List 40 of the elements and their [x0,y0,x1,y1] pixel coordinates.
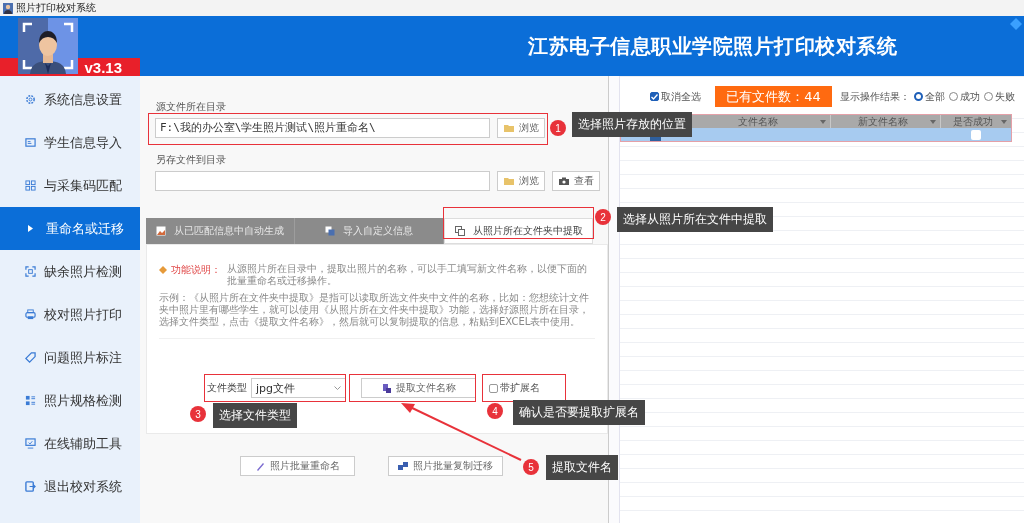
radio-button[interactable]: 成功 [949,89,980,104]
sidebar-item[interactable]: 缺余照片检测 [0,250,140,293]
window-title: 照片打印校对系统 [16,2,96,14]
tooltip: 提取文件名 [546,455,618,480]
sidebar-item[interactable]: 系统信息设置 [0,78,140,121]
browse-button[interactable]: 浏览 [497,171,545,191]
batch-button[interactable]: 照片批量重命名 [240,456,355,476]
view-button[interactable]: 查看 [552,171,600,191]
file-count-badge: 已有文件数：44 [715,86,832,107]
batch-button[interactable]: 照片批量复制迁移 [388,456,503,476]
filter-label: 显示操作结果： [840,89,910,104]
sidebar-item[interactable]: 问题照片标注 [0,336,140,379]
field-label: 源文件所在目录 [155,100,227,114]
sidebar-item[interactable]: 校对照片打印 [0,293,140,336]
field-label: 另存文件到目录 [155,153,227,167]
app-title: 江苏电子信息职业学院照片打印校对系统 [528,32,897,60]
sidebar-item[interactable]: 退出校对系统 [0,465,140,508]
tooltip: 选择照片存放的位置 [572,112,692,137]
file-type-dropdown[interactable]: jpg文件 [251,378,346,398]
sidebar-item[interactable]: 照片规格检测 [0,379,140,422]
example-text: 示例：《从照片所在文件夹中提取》是指可以读取所选文件夹中文件的名称，比如：您想统计文件夹中照片里有哪些学生，就可以使用《从照片所在文件夹中提取》功能，选择好源照片所在目录，选择文件类型，点击《提取文件名称》，然后就可以复制提取的信息，粘贴到EXCEL表中使用。 [159,292,590,328]
radio-button[interactable]: 失败 [984,89,1015,104]
extract-button[interactable]: 提取文件名称 [361,378,476,398]
field-label: 文件类型 [207,381,247,395]
sidebar-item[interactable]: 与采集码匹配 [0,164,140,207]
checkbox[interactable]: 带扩展名 [489,381,540,395]
tooltip: 选择文件类型 [213,403,297,428]
version-label: v3.13 [84,58,122,76]
sidebar-item[interactable]: 重命名或迁移 [0,207,140,250]
sidebar-item[interactable]: 学生信息导入 [0,121,140,164]
tooltip: 确认是否要提取扩展名 [513,400,645,425]
description-text: 从源照片所在目录中，提取出照片的名称，可以手工填写新文件名称，以便下面的批量重命名或迁移操作。 [227,263,588,287]
browse-button[interactable]: 浏览 [497,118,545,138]
radio-button[interactable]: 全部 [914,89,945,104]
sidebar-item[interactable]: 在线辅助工具 [0,422,140,465]
tooltip: 选择从照片所在文件中提取 [617,207,773,232]
input-field[interactable]: F:\我的办公室\学生照片测试\照片重命名\ [155,118,490,138]
checkbox[interactable]: 取消全选 [650,89,701,104]
tab[interactable]: 从照片所在文件夹中提取 [444,218,593,244]
description-label: 功能说明： [171,263,221,277]
